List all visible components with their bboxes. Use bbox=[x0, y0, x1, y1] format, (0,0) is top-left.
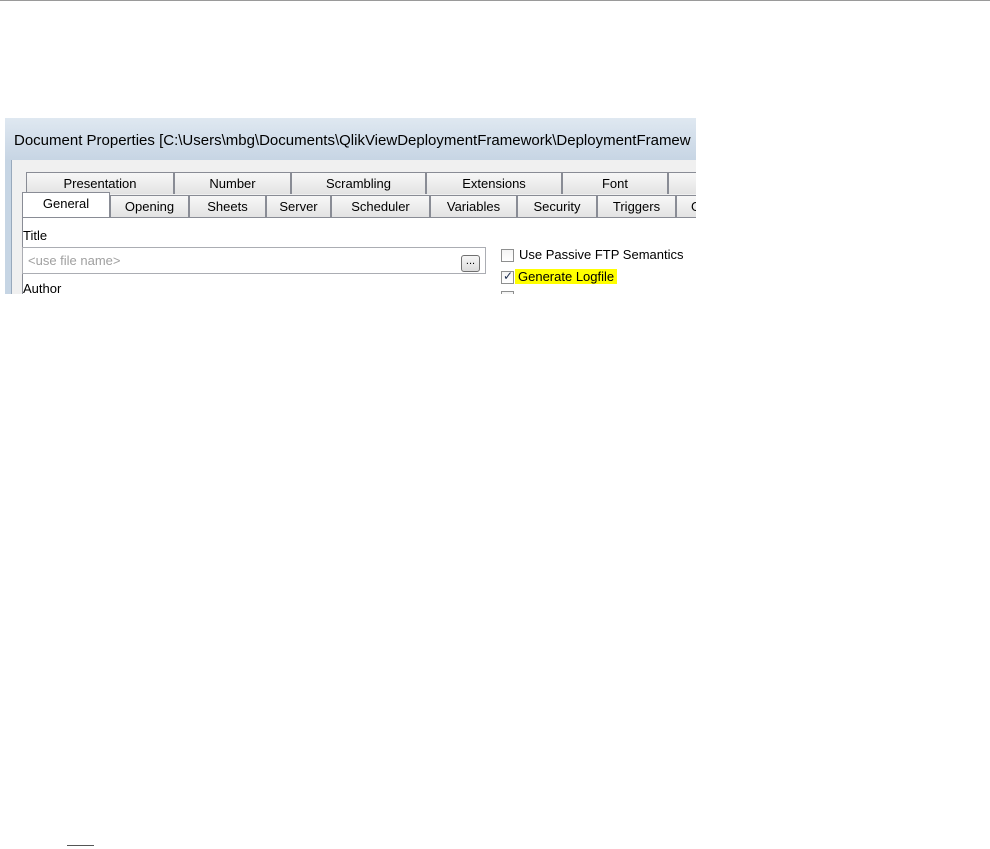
tab-server[interactable]: Server bbox=[266, 195, 331, 217]
passive-ftp-label: Use Passive FTP Semantics bbox=[519, 247, 684, 262]
bottom-divider bbox=[67, 845, 94, 846]
title-input[interactable]: <use file name> bbox=[22, 247, 486, 274]
passive-ftp-checkbox[interactable] bbox=[501, 249, 514, 262]
tab-extensions[interactable]: Extensions bbox=[426, 172, 562, 194]
tab-partial[interactable] bbox=[668, 172, 696, 194]
tab-scrambling[interactable]: Scrambling bbox=[291, 172, 426, 194]
tab-security[interactable]: Security bbox=[517, 195, 597, 217]
author-label: Author bbox=[23, 281, 62, 294]
document-properties-dialog: Document Properties [C:\Users\mbg\Docume… bbox=[5, 118, 696, 294]
tab-font[interactable]: Font bbox=[562, 172, 668, 194]
tab-more[interactable]: G bbox=[676, 195, 696, 217]
next-option-checkbox[interactable] bbox=[501, 291, 514, 294]
dialog-titlebar: Document Properties [C:\Users\mbg\Docume… bbox=[5, 118, 696, 161]
tab-number[interactable]: Number bbox=[174, 172, 291, 194]
tab-presentation[interactable]: Presentation bbox=[26, 172, 174, 194]
dialog-title: Document Properties [C:\Users\mbg\Docume… bbox=[14, 132, 691, 149]
tab-triggers[interactable]: Triggers bbox=[597, 195, 676, 217]
tab-scheduler[interactable]: Scheduler bbox=[331, 195, 430, 217]
tab-variables[interactable]: Variables bbox=[430, 195, 517, 217]
dialog-left-frame bbox=[5, 160, 12, 294]
tab-strip-border bbox=[22, 217, 696, 218]
checkmark-icon: ✓ bbox=[503, 269, 514, 283]
generate-logfile-label: Generate Logfile bbox=[515, 269, 618, 284]
tab-general[interactable]: General bbox=[22, 192, 110, 217]
tab-sheets[interactable]: Sheets bbox=[189, 195, 266, 217]
generate-logfile-checkbox[interactable]: ✓ bbox=[501, 269, 514, 284]
tab-opening[interactable]: Opening bbox=[110, 195, 189, 217]
browse-button[interactable]: ... bbox=[461, 255, 480, 272]
title-label: Title bbox=[23, 228, 48, 243]
top-divider bbox=[0, 0, 990, 1]
